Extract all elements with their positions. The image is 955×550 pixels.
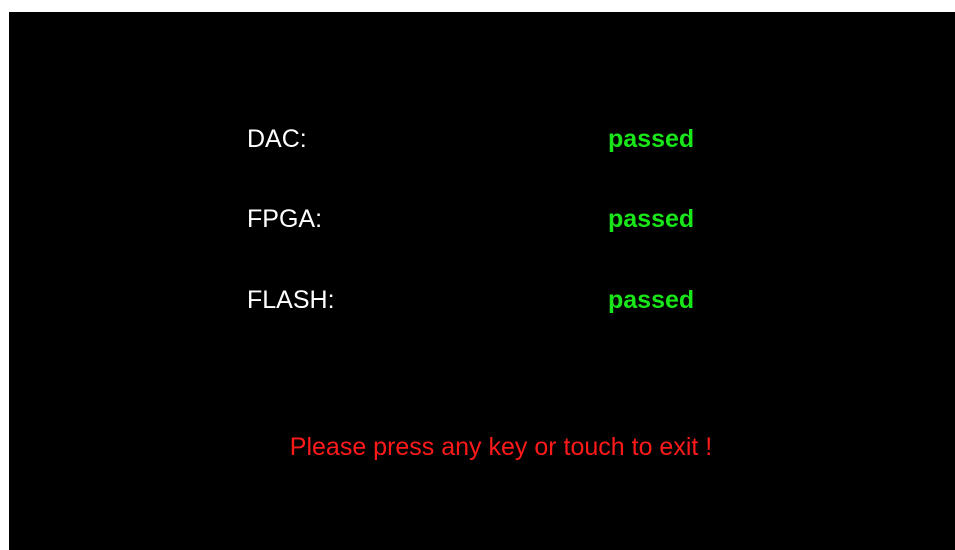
test-status-dac: passed bbox=[608, 125, 695, 153]
test-row-fpga: FPGA: passed bbox=[9, 199, 955, 239]
self-test-screen[interactable]: DAC: passed FPGA: passed FLASH: passed P… bbox=[9, 12, 955, 550]
test-status-fpga: passed bbox=[608, 205, 695, 233]
test-status-flash: passed bbox=[608, 286, 695, 314]
test-label-fpga: FPGA: bbox=[247, 205, 323, 233]
test-row-flash: FLASH: passed bbox=[9, 280, 955, 320]
test-label-flash: FLASH: bbox=[247, 286, 335, 314]
test-row-dac: DAC: passed bbox=[9, 119, 955, 159]
test-label-dac: DAC: bbox=[247, 125, 307, 153]
exit-instruction: Please press any key or touch to exit ! bbox=[289, 433, 713, 461]
